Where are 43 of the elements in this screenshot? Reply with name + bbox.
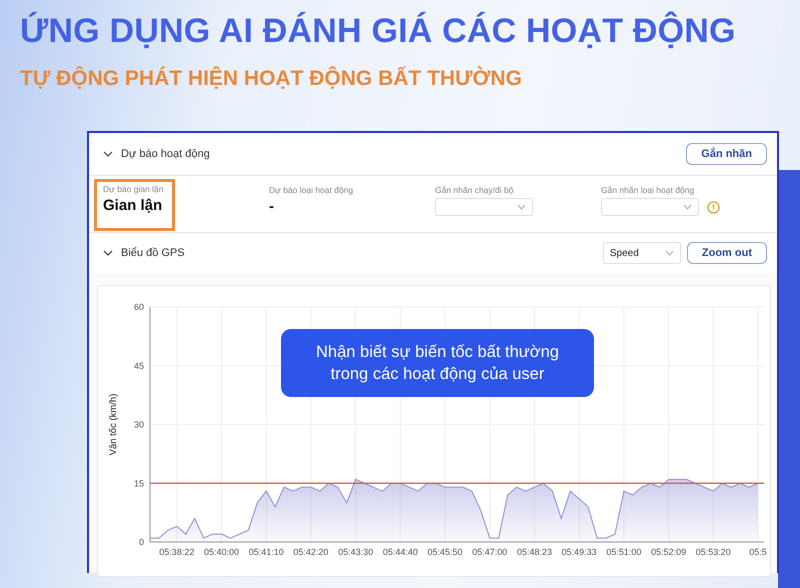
field-value: - — [269, 198, 274, 215]
axis-tick-label: 05:5 — [749, 547, 767, 557]
axis-tick-label: 05:47:00 — [472, 547, 508, 557]
section-title: Dự báo hoạt động — [121, 148, 211, 160]
callout-text: trong các hoạt động của user — [330, 364, 544, 385]
axis-tick-label: 05:42:20 — [293, 547, 328, 557]
zoom-out-button[interactable]: Zoom out — [686, 242, 767, 264]
field-value: Gian lận — [103, 197, 162, 214]
axis-tick-label: 05:51:00 — [606, 547, 642, 557]
section-title: Biểu đồ GPS — [121, 247, 186, 259]
axis-tick-label: 05:48:23 — [516, 547, 552, 557]
chevron-icon[interactable] — [103, 249, 113, 257]
label-button[interactable]: Gắn nhãn — [686, 143, 767, 165]
axis-title: Vận tốc (km/h) — [108, 394, 119, 456]
axis-tick-label: 05:44:40 — [382, 547, 418, 557]
axis-tick-label: 05:38:22 — [159, 547, 194, 557]
field-label: Gắn nhãn chạy/đi bộ — [435, 185, 514, 195]
page-subtitle: TỰ ĐỘNG PHÁT HIỆN HOẠT ĐỘNG BẤT THƯỜNG — [20, 67, 523, 91]
chevron-icon — [517, 204, 526, 210]
axis-tick-label: 05:49:33 — [562, 547, 597, 557]
axis-tick-label: 05:52:09 — [651, 547, 686, 557]
callout-text: Nhận biết sự biến tốc bất thường — [316, 342, 559, 363]
chevron-icon — [683, 204, 692, 210]
chevron-icon — [664, 250, 674, 256]
metric-dropdown[interactable]: Speed — [602, 242, 681, 264]
field-label: Gắn nhãn loại hoạt động — [601, 185, 694, 195]
axis-tick-label: 30 — [134, 420, 144, 430]
axis-tick-label: 15 — [134, 478, 144, 488]
axis-tick-label: 05:43:30 — [338, 547, 374, 557]
axis-tick-label: 05:45:50 — [428, 547, 463, 557]
axis-tick-label: 0 — [138, 537, 144, 547]
axis-tick-label: 05:41:10 — [248, 547, 284, 557]
page-title: ỨNG DỤNG AI ĐÁNH GIÁ CÁC HOẠT ĐỘNG — [20, 12, 737, 51]
dropdown[interactable] — [601, 198, 699, 216]
field-label: Dự báo loại hoạt động — [269, 185, 354, 195]
axis-tick-label: 05:53:20 — [696, 547, 731, 557]
info-icon[interactable] — [707, 200, 720, 214]
chevron-icon[interactable] — [103, 150, 113, 158]
axis-tick-label: 60 — [134, 302, 144, 312]
dropdown[interactable] — [435, 198, 533, 216]
field-label: Dự báo gian lận — [103, 184, 164, 194]
axis-tick-label: 45 — [134, 360, 144, 371]
axis-tick-label: 05:40:00 — [204, 547, 240, 557]
